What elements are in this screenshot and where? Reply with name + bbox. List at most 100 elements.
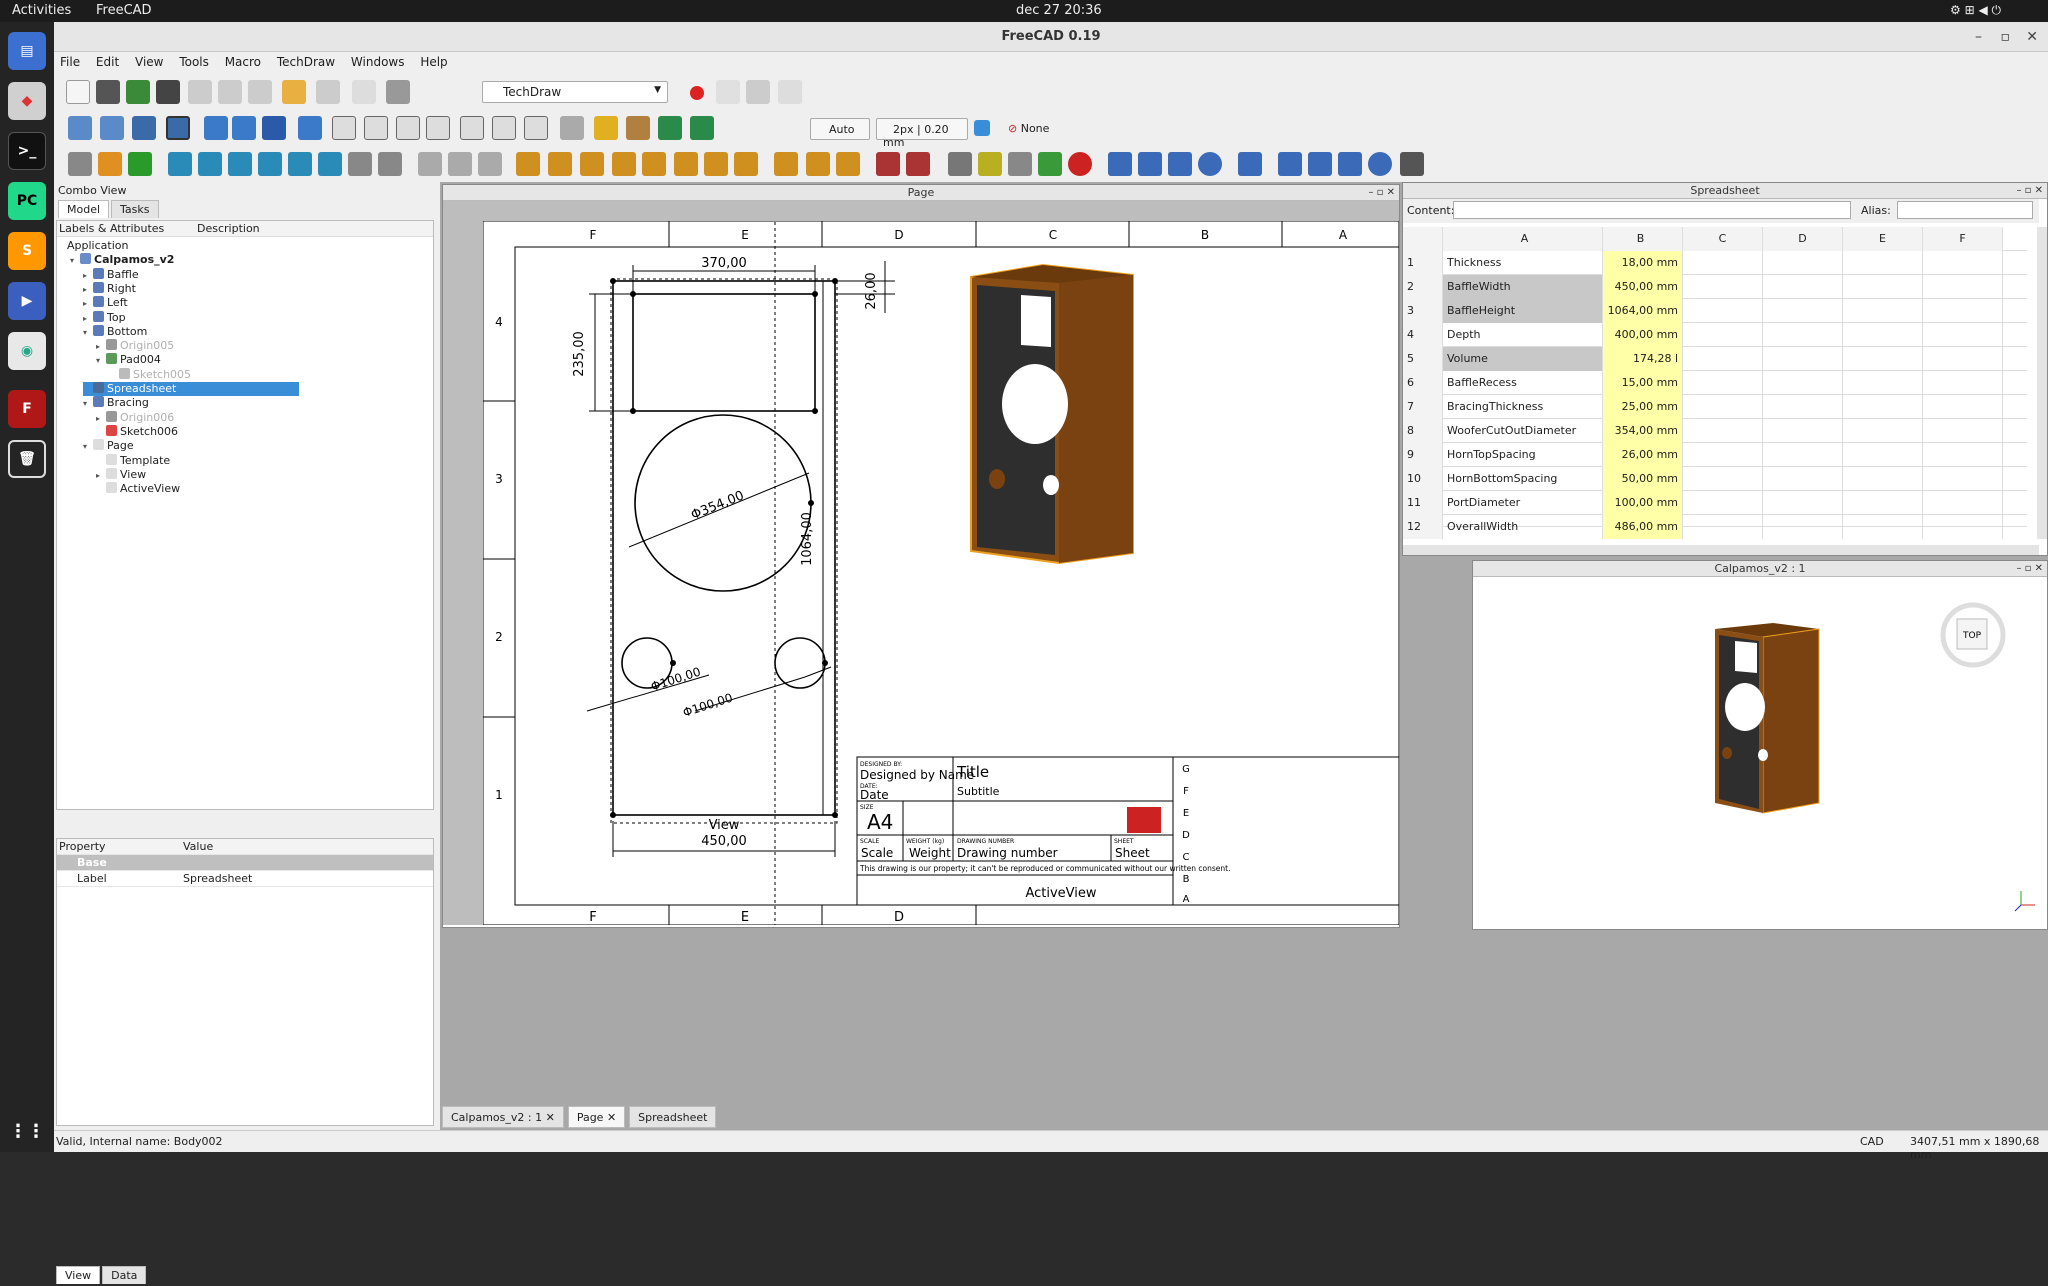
open-icon[interactable] [96, 80, 120, 104]
cell-b[interactable]: 174,28 l [1603, 347, 1683, 371]
clip-remove-icon[interactable] [478, 152, 502, 176]
cell-f[interactable] [1923, 323, 2003, 347]
centerline-icon[interactable] [1238, 152, 1262, 176]
export-dxf-icon[interactable] [906, 152, 930, 176]
expand-arrow-icon[interactable]: ▾ [96, 356, 106, 365]
new-document-icon[interactable] [66, 80, 90, 104]
refresh-icon[interactable] [352, 80, 376, 104]
dim-bottom-width[interactable]: 450,00 [701, 834, 747, 849]
tree-item[interactable]: Application [57, 239, 128, 253]
menu-edit[interactable]: Edit [90, 52, 125, 69]
right-view-icon[interactable] [426, 116, 450, 140]
prop-col-value[interactable]: Value [183, 840, 213, 853]
clock[interactable]: dec 27 20:36 [1016, 3, 1102, 18]
cell-b[interactable]: 25,00 mm [1603, 395, 1683, 419]
row-header[interactable]: 11 [1403, 491, 1443, 515]
tree-item[interactable]: ▸ Baffle [83, 267, 139, 282]
menu-tools[interactable]: Tools [173, 52, 215, 69]
tree-col-description[interactable]: Description [197, 222, 260, 235]
tab-model[interactable]: Model [58, 200, 110, 218]
paste-icon[interactable] [248, 80, 272, 104]
cell-f[interactable] [1923, 395, 2003, 419]
section-view-icon[interactable] [258, 152, 282, 176]
cell-c[interactable] [1683, 443, 1763, 467]
doc-tab-page[interactable]: Page ✕ [567, 1106, 626, 1128]
row-header[interactable]: 3 [1403, 299, 1443, 323]
insert-template-icon[interactable] [98, 152, 122, 176]
redraw-icon[interactable] [128, 152, 152, 176]
cell-f[interactable] [1923, 275, 2003, 299]
cell-e[interactable] [1843, 443, 1923, 467]
row-header[interactable]: 10 [1403, 467, 1443, 491]
expand-arrow-icon[interactable]: ▾ [83, 328, 93, 337]
macros-icon[interactable] [746, 80, 770, 104]
cell-d[interactable] [1763, 347, 1843, 371]
row-header[interactable]: 12 [1403, 515, 1443, 539]
cut-icon[interactable] [188, 80, 212, 104]
cell-e[interactable] [1843, 299, 1923, 323]
run-macro-icon[interactable] [778, 80, 802, 104]
cell-b[interactable]: 1064,00 mm [1603, 299, 1683, 323]
tree-item[interactable]: ▾ Pad004 [96, 353, 161, 367]
draw-style-icon[interactable] [132, 116, 156, 140]
property-row-label[interactable]: Label Spreadsheet [57, 871, 433, 887]
cell-c[interactable] [1683, 299, 1763, 323]
menu-view[interactable]: View [129, 52, 169, 69]
measure-distance-icon[interactable] [560, 116, 584, 140]
navigation-style[interactable]: CAD [1860, 1135, 1884, 1148]
freecad-app-icon[interactable]: F [8, 390, 46, 428]
close-tab-icon[interactable]: ✕ [546, 1111, 555, 1124]
link-icon[interactable] [658, 116, 682, 140]
link-dimension-icon[interactable] [774, 152, 798, 176]
cell-a[interactable]: Volume [1443, 347, 1603, 371]
row-header[interactable]: 5 [1403, 347, 1443, 371]
print-icon[interactable] [156, 80, 180, 104]
cell-d[interactable] [1763, 515, 1843, 539]
tree-item[interactable]: ▸ Top [83, 310, 126, 325]
sublime-app-icon[interactable]: S [8, 232, 46, 270]
software-app-icon[interactable]: ◆ [8, 82, 46, 120]
tree-item[interactable]: ActiveView [96, 482, 180, 496]
corner-cell[interactable] [1403, 227, 1443, 251]
cell-e[interactable] [1843, 371, 1923, 395]
tree-item[interactable]: Sketch006 [96, 424, 178, 439]
cell-b[interactable]: 450,00 mm [1603, 275, 1683, 299]
trash-icon[interactable]: 🗑 [8, 440, 46, 478]
cell-d[interactable] [1763, 323, 1843, 347]
tree-item[interactable]: ▸ View [96, 467, 146, 482]
cell-f[interactable] [1923, 443, 2003, 467]
tree-item[interactable]: ▾ Calpamos_v2 [70, 253, 174, 267]
cell-f[interactable] [1923, 371, 2003, 395]
three-point-angle-icon[interactable] [704, 152, 728, 176]
active-view-icon[interactable] [198, 152, 222, 176]
tree-item[interactable]: ▾ Bracing [83, 396, 149, 410]
show-apps-icon[interactable]: ⋮⋮ [8, 1112, 46, 1150]
menu-help[interactable]: Help [414, 52, 453, 69]
view-label[interactable]: View [709, 818, 740, 833]
col-header-b[interactable]: B [1603, 227, 1683, 251]
cell-b[interactable]: 100,00 mm [1603, 491, 1683, 515]
extent-dimension-icon[interactable] [734, 152, 758, 176]
menu-macro[interactable]: Macro [219, 52, 267, 69]
expand-arrow-icon[interactable]: ▸ [96, 414, 106, 423]
export-svg-icon[interactable] [876, 152, 900, 176]
cell-b[interactable]: 26,00 mm [1603, 443, 1683, 467]
alias-input[interactable] [1897, 201, 2033, 219]
tree-item[interactable]: ▸ Left [83, 296, 128, 310]
cell-c[interactable] [1683, 371, 1763, 395]
workbench-selector[interactable]: TechDraw ▼ [482, 81, 668, 103]
annotation-icon[interactable] [1108, 152, 1132, 176]
tb-scale[interactable]: Scale [861, 846, 893, 860]
leader-line-icon[interactable] [1138, 152, 1162, 176]
tree-item[interactable]: Template [96, 453, 170, 468]
cell-f[interactable] [1923, 467, 2003, 491]
cell-e[interactable] [1843, 467, 1923, 491]
cell-b[interactable]: 50,00 mm [1603, 467, 1683, 491]
draw-style-sync-icon[interactable] [974, 120, 990, 136]
sync-view-icon[interactable] [262, 116, 286, 140]
row-header[interactable]: 7 [1403, 395, 1443, 419]
menu-file[interactable]: File [54, 52, 86, 69]
cell-d[interactable] [1763, 395, 1843, 419]
rear-view-icon[interactable] [460, 116, 484, 140]
tab-view[interactable]: View [56, 1266, 101, 1284]
